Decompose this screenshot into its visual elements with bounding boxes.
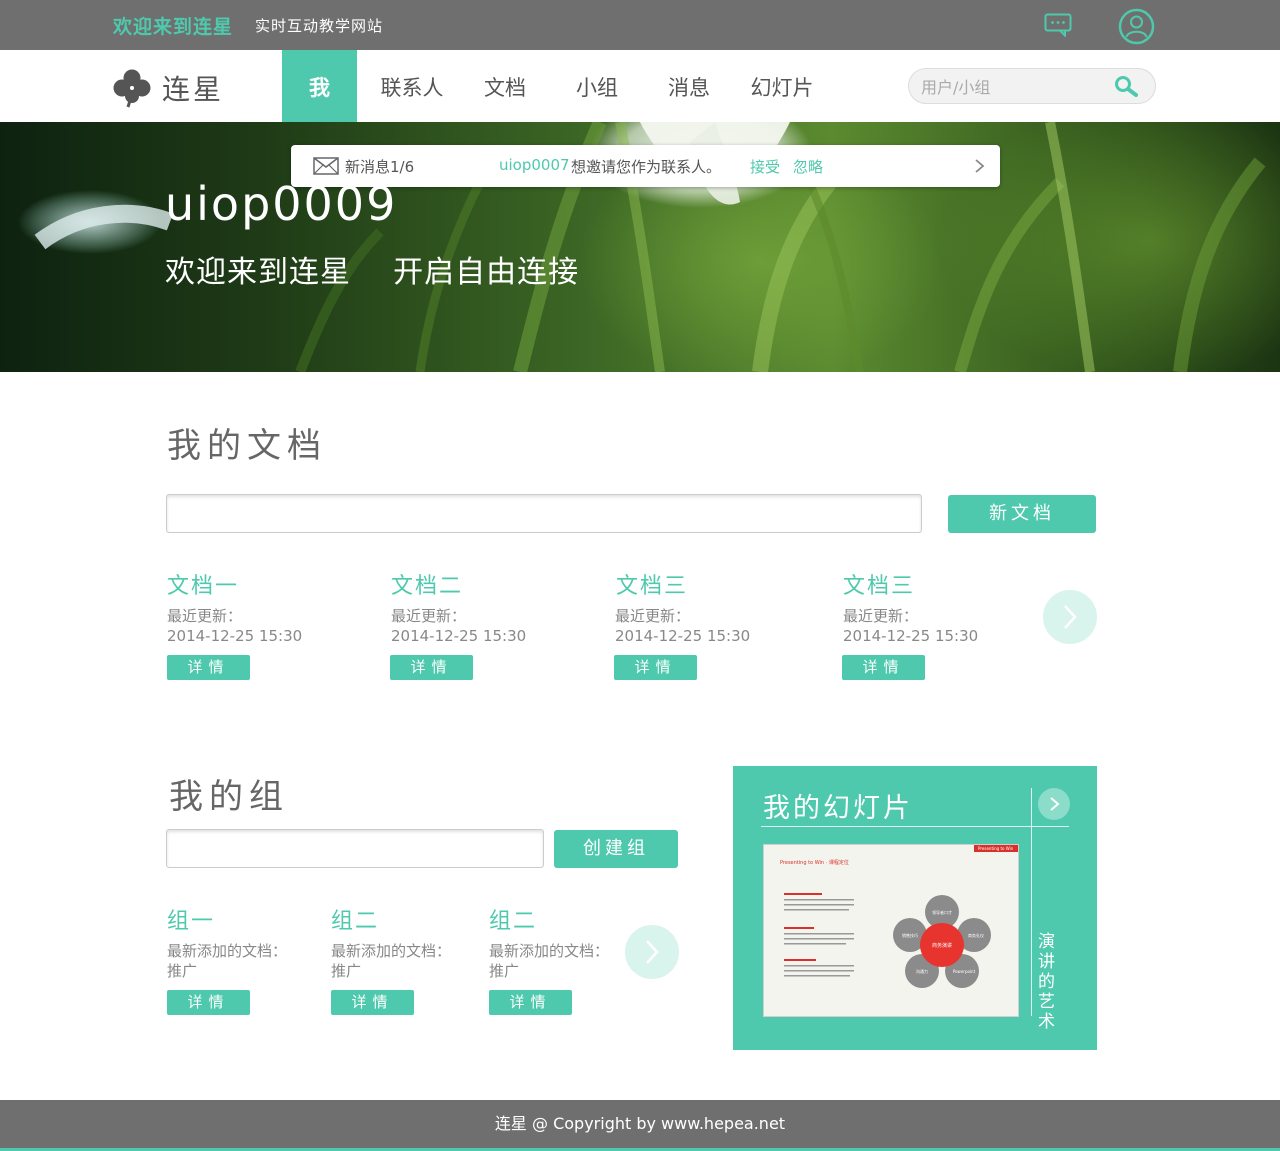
groups-next-button[interactable]: [625, 925, 679, 979]
slide-petal-label: 领导者口才: [932, 909, 952, 915]
search-icon[interactable]: [1113, 74, 1139, 100]
group-detail-button[interactable]: 详情: [489, 990, 572, 1015]
documents-section-title: 我的文档: [167, 426, 327, 466]
document-title[interactable]: 文档一: [167, 568, 239, 600]
site-tagline: 实时互动教学网站: [255, 17, 384, 35]
document-updated-label: 最近更新：: [843, 607, 919, 625]
group-latest-doc: 推广: [331, 962, 362, 980]
site-logo[interactable]: 连星: [112, 68, 224, 108]
search-input[interactable]: [921, 75, 1111, 99]
document-updated-time: 2014-12-25 15:30: [843, 627, 979, 645]
clover-logo-icon: [113, 69, 151, 108]
nav-item-slides[interactable]: 幻灯片: [742, 50, 822, 122]
slide-petal-label: Powerpoint: [953, 969, 976, 974]
notification-bar: 新消息1/6 uiop0007 想邀请您作为联系人。 接受 忽略: [291, 145, 1000, 187]
notification-message: 想邀请您作为联系人。: [571, 158, 722, 176]
slides-panel: 我的幻灯片 演讲的艺术 Presenting to Win Presenting…: [733, 766, 1097, 1050]
top-bar: 欢迎来到连星 实时互动教学网站: [0, 0, 1280, 50]
main-nav: 连星 我 联系人 文档 小组 消息 幻灯片: [0, 50, 1280, 122]
user-profile-icon[interactable]: [1118, 8, 1155, 45]
brand-text: 欢迎来到连星: [113, 16, 234, 38]
document-detail-button[interactable]: 详情: [842, 655, 925, 680]
document-title[interactable]: 文档二: [391, 568, 463, 600]
chat-bubble-icon[interactable]: [1044, 13, 1072, 37]
groups-section-title: 我的组: [169, 777, 289, 817]
chevron-right-icon: [646, 940, 659, 964]
mail-icon: [313, 157, 339, 175]
slide-preview-image: Presenting to Win Presenting to Win · 课程…: [764, 845, 1018, 1016]
slide-petal-label: 销售技巧: [902, 932, 918, 938]
document-detail-button[interactable]: 详情: [614, 655, 697, 680]
group-latest-label: 最新添加的文档：: [167, 942, 288, 960]
slide-petal-label: 商务礼仪: [968, 932, 984, 938]
slides-panel-title: 我的幻灯片: [763, 793, 913, 824]
chevron-right-icon[interactable]: [973, 158, 987, 174]
documents-next-button[interactable]: [1043, 590, 1097, 644]
document-updated-time: 2014-12-25 15:30: [167, 627, 303, 645]
accept-button[interactable]: 接受: [750, 156, 780, 177]
slide-caption: 演讲的艺术: [1034, 932, 1054, 1032]
slide-tag: Presenting to Win: [978, 846, 1014, 851]
nav-item-groups[interactable]: 小组: [566, 50, 628, 122]
group-title[interactable]: 组二: [331, 903, 379, 935]
document-detail-button[interactable]: 详情: [167, 655, 250, 680]
logo-text: 连星: [162, 73, 225, 106]
document-updated-label: 最近更新：: [615, 607, 691, 625]
group-latest-label: 最新添加的文档：: [489, 942, 610, 960]
welcome-slogan: 欢迎来到连星 开启自由连接: [165, 255, 580, 290]
document-title[interactable]: 文档三: [616, 568, 688, 600]
slide-heading: Presenting to Win · 课程定位: [780, 859, 849, 866]
document-updated-label: 最近更新：: [167, 607, 243, 625]
document-updated-label: 最近更新：: [391, 607, 467, 625]
group-search-input[interactable]: [166, 829, 544, 868]
copyright-text: 连星 @ Copyright by www.hepea.net: [494, 1114, 786, 1133]
group-latest-doc: 推广: [489, 962, 520, 980]
group-detail-button[interactable]: 详情: [167, 990, 250, 1015]
slide-thumbnail[interactable]: Presenting to Win Presenting to Win · 课程…: [763, 844, 1019, 1017]
chevron-right-icon: [1064, 605, 1077, 629]
document-search-input[interactable]: [166, 494, 922, 533]
document-updated-time: 2014-12-25 15:30: [615, 627, 751, 645]
footer: 连星 @ Copyright by www.hepea.net: [0, 1100, 1280, 1151]
nav-item-contacts[interactable]: 联系人: [372, 50, 452, 122]
document-title[interactable]: 文档三: [843, 568, 915, 600]
slides-next-button[interactable]: [1038, 788, 1070, 820]
group-detail-button[interactable]: 详情: [331, 990, 414, 1015]
divider: [761, 826, 1069, 827]
new-document-button[interactable]: 新文档: [948, 495, 1096, 533]
nav-item-documents[interactable]: 文档: [474, 50, 536, 122]
group-title[interactable]: 组一: [167, 903, 215, 935]
group-latest-label: 最新添加的文档：: [331, 942, 452, 960]
nav-item-me[interactable]: 我: [282, 50, 357, 122]
chevron-right-icon: [1050, 797, 1060, 811]
group-title[interactable]: 组二: [489, 903, 537, 935]
hero-banner: 新消息1/6 uiop0007 想邀请您作为联系人。 接受 忽略 uiop000…: [0, 122, 1280, 372]
nav-item-messages[interactable]: 消息: [658, 50, 720, 122]
slide-center-label: 商务演讲: [932, 942, 952, 949]
document-updated-time: 2014-12-25 15:30: [391, 627, 527, 645]
username-heading: uiop0009: [165, 177, 398, 231]
notification-sender-link[interactable]: uiop0007: [499, 156, 570, 174]
group-latest-doc: 推广: [167, 962, 198, 980]
search-box: [908, 68, 1156, 104]
slide-petal-label: 沟通力: [916, 968, 928, 974]
create-group-button[interactable]: 创建组: [554, 830, 678, 868]
notification-count: 新消息1/6: [345, 158, 415, 176]
ignore-button[interactable]: 忽略: [793, 156, 823, 177]
document-detail-button[interactable]: 详情: [390, 655, 473, 680]
